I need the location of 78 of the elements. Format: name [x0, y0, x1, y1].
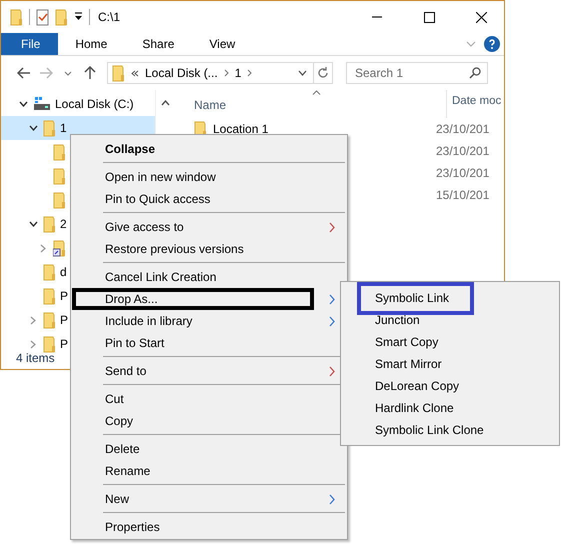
- menu-item[interactable]: Smart Copy: [341, 331, 559, 353]
- sort-caret-icon: [312, 90, 321, 95]
- tree-item[interactable]: P: [27, 308, 68, 332]
- breadcrumb[interactable]: Local Disk (...: [145, 66, 218, 80]
- file-date: 23/10/201: [435, 166, 490, 180]
- refresh-icon[interactable]: [317, 67, 329, 79]
- folder-icon: [43, 264, 56, 280]
- folder-icon: [53, 192, 66, 208]
- menu-item[interactable]: Symbolic Link Clone: [341, 419, 559, 441]
- ribbon-tab[interactable]: Home: [58, 33, 126, 55]
- dropdown-icon[interactable]: [74, 12, 83, 22]
- menu-item[interactable]: Hardlink Clone: [341, 397, 559, 419]
- menu-item[interactable]: Pin to Quick access: [71, 188, 347, 210]
- up-arrow-icon[interactable]: [84, 66, 96, 80]
- drive-icon: [33, 97, 51, 111]
- folder-icon: [53, 168, 66, 184]
- file-date: 23/10/201: [435, 144, 490, 158]
- tree-label: 1: [60, 121, 67, 135]
- folder-icon: [43, 288, 56, 304]
- file-date: 23/10/201: [435, 122, 490, 136]
- menu-item[interactable]: Junction: [341, 309, 559, 331]
- chevron-right-icon[interactable]: [40, 244, 46, 252]
- close-icon[interactable]: [476, 12, 486, 22]
- maximize-icon[interactable]: [424, 12, 434, 22]
- menu-item[interactable]: Collapse: [71, 138, 347, 160]
- checklist-icon[interactable]: [36, 8, 49, 26]
- menu-item[interactable]: Smart Mirror: [341, 353, 559, 375]
- tree-label: P: [60, 313, 68, 327]
- menu-item[interactable]: Give access to: [71, 216, 347, 238]
- column-header[interactable]: Name: [174, 98, 446, 118]
- chevron-right-icon[interactable]: [224, 69, 229, 77]
- chevron-right-icon[interactable]: [30, 316, 36, 324]
- tree-label: d: [60, 265, 67, 279]
- back-icon[interactable]: [17, 67, 31, 79]
- chevron-right-icon[interactable]: [30, 340, 36, 348]
- menu-item[interactable]: Open in new window: [71, 166, 347, 188]
- folder-icon: [53, 144, 66, 160]
- menu-item[interactable]: Cancel Link Creation: [71, 266, 347, 288]
- menu-item[interactable]: Rename: [71, 460, 347, 482]
- tree-item[interactable]: Local Disk (C:): [17, 92, 134, 116]
- menu-item[interactable]: Symbolic Link: [341, 287, 559, 309]
- tree-label: P: [60, 289, 68, 303]
- search-field[interactable]: Search 1: [346, 62, 488, 84]
- menu-item[interactable]: Properties: [71, 516, 347, 538]
- column-header[interactable]: Date moc: [446, 90, 502, 118]
- tree-item[interactable]: P: [27, 284, 68, 308]
- chevron-down-icon[interactable]: [28, 221, 38, 227]
- chevron-down-icon[interactable]: [18, 101, 28, 107]
- ribbon-tab[interactable]: File: [1, 33, 58, 55]
- tree-label: Local Disk (C:): [55, 97, 134, 111]
- search-icon[interactable]: [469, 67, 481, 79]
- help-icon[interactable]: [484, 36, 500, 52]
- menu-item[interactable]: Delete: [71, 438, 347, 460]
- folder-icon: [43, 336, 56, 352]
- chevron-down-icon[interactable]: [28, 125, 38, 131]
- window-title: C:\1: [98, 10, 120, 24]
- status-text: 4 items: [16, 351, 55, 365]
- folder-icon: [43, 216, 56, 232]
- menu-item[interactable]: New: [71, 488, 347, 510]
- folder-icon: [10, 8, 23, 26]
- folder-icon: [112, 64, 125, 82]
- ribbon-tab[interactable]: View: [192, 33, 254, 55]
- tree-item[interactable]: 2: [27, 212, 67, 236]
- breadcrumb[interactable]: 1: [234, 66, 242, 80]
- folder-icon: [43, 120, 56, 136]
- chevron-right-icon[interactable]: [247, 69, 252, 77]
- scroll-up-icon[interactable]: [160, 100, 170, 106]
- file-date: 15/10/201: [435, 188, 490, 202]
- double-chevron-icon: [131, 70, 139, 76]
- menu-item[interactable]: DeLorean Copy: [341, 375, 559, 397]
- ribbon-tab[interactable]: Share: [125, 33, 192, 55]
- file-name[interactable]: Location 1: [213, 122, 268, 136]
- menu-item[interactable]: Restore previous versions: [71, 238, 347, 260]
- tree-label: 2: [60, 217, 67, 231]
- tree-label: P: [60, 337, 68, 351]
- folder-icon: [43, 312, 56, 328]
- tree-item[interactable]: d: [27, 260, 67, 284]
- chevron-down-icon[interactable]: [298, 70, 307, 76]
